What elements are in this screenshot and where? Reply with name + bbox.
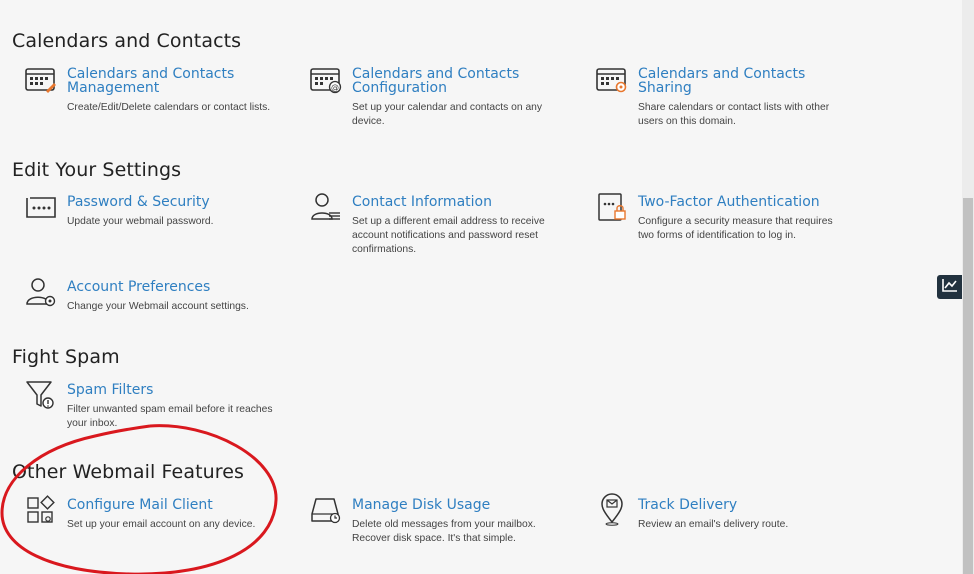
item-track-delivery[interactable]: Track Delivery Review an email's deliver… bbox=[601, 493, 848, 532]
manage-disk-usage-desc: Delete old messages from your mailbox. R… bbox=[352, 519, 536, 544]
track-delivery-desc: Review an email's delivery route. bbox=[638, 519, 789, 530]
spam-filters-desc: Filter unwanted spam email before it rea… bbox=[67, 404, 273, 429]
item-calendars-configuration[interactable]: @ Calendars and Contacts Configuration S… bbox=[310, 67, 562, 129]
account-preferences-desc: Change your Webmail account settings. bbox=[67, 301, 249, 312]
disk-usage-icon bbox=[308, 492, 344, 528]
item-two-factor-authentication[interactable]: Two-Factor Authentication Configure a se… bbox=[598, 193, 848, 243]
two-factor-authentication-desc: Configure a security measure that requir… bbox=[638, 216, 833, 241]
svg-text:@: @ bbox=[331, 83, 339, 92]
calendars-management-link[interactable]: Calendars and Contacts Management bbox=[67, 67, 277, 95]
item-calendars-sharing[interactable]: Calendars and Contacts Sharing Share cal… bbox=[596, 67, 853, 129]
calendars-configuration-desc: Set up your calendar and contacts on any… bbox=[352, 102, 543, 127]
track-delivery-link[interactable]: Track Delivery bbox=[638, 498, 848, 512]
section-heading-other: Other Webmail Features bbox=[12, 461, 245, 483]
configure-mail-client-desc: Set up your email account on any device. bbox=[67, 519, 256, 530]
user-gear-icon bbox=[23, 274, 59, 310]
contact-information-link[interactable]: Contact Information bbox=[352, 195, 557, 209]
stats-chart-button[interactable] bbox=[937, 275, 962, 299]
two-factor-lock-icon bbox=[594, 189, 630, 225]
account-preferences-link[interactable]: Account Preferences bbox=[67, 280, 277, 294]
calendars-configuration-link[interactable]: Calendars and Contacts Configuration bbox=[352, 67, 562, 95]
section-heading-settings: Edit Your Settings bbox=[12, 159, 182, 181]
password-security-link[interactable]: Password & Security bbox=[67, 195, 277, 209]
item-contact-information[interactable]: Contact Information Set up a different e… bbox=[311, 193, 557, 257]
item-spam-filters[interactable]: Spam Filters Filter unwanted spam email … bbox=[26, 381, 282, 431]
contact-card-icon bbox=[308, 189, 344, 225]
calendars-sharing-link[interactable]: Calendars and Contacts Sharing bbox=[638, 67, 853, 95]
calendar-share-icon bbox=[594, 61, 630, 97]
mail-client-icon bbox=[23, 492, 59, 528]
calendars-management-desc: Create/Edit/Delete calendars or contact … bbox=[67, 102, 271, 113]
manage-disk-usage-link[interactable]: Manage Disk Usage bbox=[352, 498, 547, 512]
calendar-at-icon: @ bbox=[308, 61, 344, 97]
trend-chart-icon bbox=[941, 278, 958, 297]
section-heading-calendars: Calendars and Contacts bbox=[12, 30, 242, 52]
item-configure-mail-client[interactable]: Configure Mail Client Set up your email … bbox=[27, 495, 282, 532]
password-icon bbox=[23, 189, 59, 225]
scrollbar[interactable] bbox=[962, 0, 974, 574]
item-manage-disk-usage[interactable]: Manage Disk Usage Delete old messages fr… bbox=[311, 498, 547, 546]
scrollbar-thumb[interactable] bbox=[963, 198, 973, 574]
contact-information-desc: Set up a different email address to rece… bbox=[352, 216, 545, 255]
section-heading-spam: Fight Spam bbox=[12, 346, 120, 368]
item-account-preferences[interactable]: Account Preferences Change your Webmail … bbox=[26, 278, 277, 314]
filter-icon bbox=[23, 377, 59, 413]
two-factor-authentication-link[interactable]: Two-Factor Authentication bbox=[638, 195, 848, 209]
location-pin-icon bbox=[594, 492, 630, 528]
configure-mail-client-link[interactable]: Configure Mail Client bbox=[67, 498, 282, 512]
calendar-edit-icon bbox=[23, 61, 59, 97]
calendars-sharing-desc: Share calendars or contact lists with ot… bbox=[638, 102, 830, 127]
spam-filters-link[interactable]: Spam Filters bbox=[67, 383, 282, 397]
item-password-security[interactable]: Password & Security Update your webmail … bbox=[26, 195, 277, 229]
password-security-desc: Update your webmail password. bbox=[67, 216, 214, 227]
item-calendars-management[interactable]: Calendars and Contacts Management Create… bbox=[25, 67, 277, 115]
